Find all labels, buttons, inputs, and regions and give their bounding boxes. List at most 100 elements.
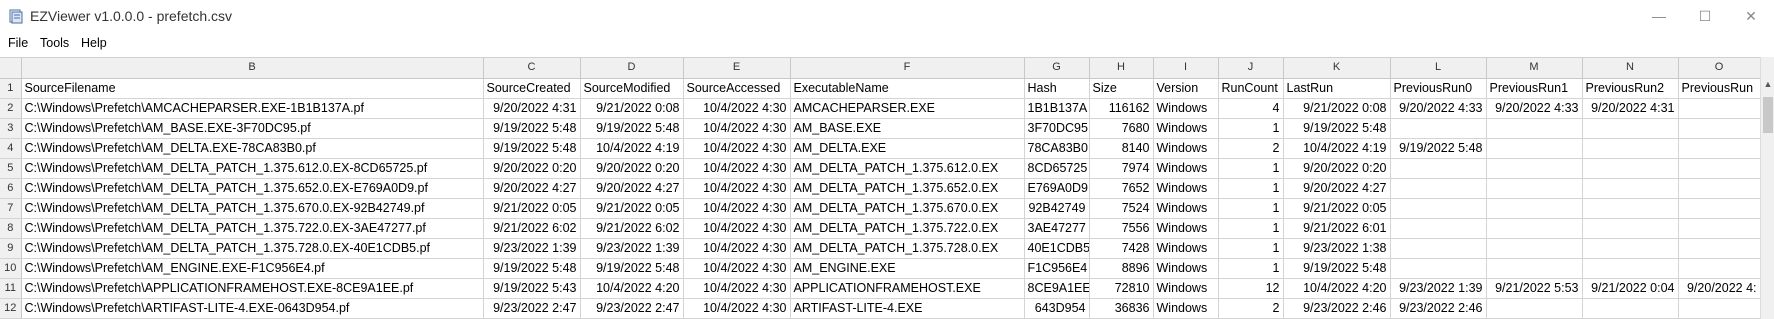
table-cell[interactable]: C:\Windows\Prefetch\AM_DELTA.EXE-78CA83B… bbox=[21, 138, 484, 159]
table-cell[interactable]: 10/4/2022 4:30 bbox=[683, 158, 791, 179]
table-cell[interactable]: 9/21/2022 5:53 bbox=[1486, 278, 1583, 299]
table-cell[interactable]: C:\Windows\Prefetch\AM_DELTA_PATCH_1.375… bbox=[21, 158, 484, 179]
table-cell[interactable]: C:\Windows\Prefetch\APPLICATIONFRAMEHOST… bbox=[21, 278, 484, 299]
table-cell[interactable]: 9/23/2022 2:46 bbox=[1390, 298, 1487, 319]
table-cell[interactable]: 40E1CDB5 bbox=[1024, 238, 1090, 259]
column-letter-i[interactable]: I bbox=[1153, 58, 1219, 79]
table-cell[interactable]: 10/4/2022 4:30 bbox=[683, 178, 791, 199]
table-cell[interactable]: 1B1B137A bbox=[1024, 98, 1090, 119]
table-cell[interactable]: 9/23/2022 1:38 bbox=[1283, 238, 1391, 259]
menu-help[interactable]: Help bbox=[81, 36, 107, 50]
column-header-cell[interactable]: PreviousRun2 bbox=[1582, 78, 1679, 99]
table-cell[interactable]: C:\Windows\Prefetch\AM_DELTA_PATCH_1.375… bbox=[21, 218, 484, 239]
maximize-button[interactable]: ☐ bbox=[1682, 0, 1728, 32]
table-row[interactable]: 8 C:\Windows\Prefetch\AM_DELTA_PATCH_1.37… bbox=[0, 218, 1761, 239]
table-cell[interactable] bbox=[1390, 198, 1487, 219]
table-cell[interactable] bbox=[1678, 118, 1761, 139]
column-letter-g[interactable]: G bbox=[1024, 58, 1090, 79]
row-number[interactable]: 5 bbox=[0, 158, 22, 179]
table-cell[interactable]: C:\Windows\Prefetch\AM_ENGINE.EXE-F1C956… bbox=[21, 258, 484, 279]
table-row[interactable]: 9 C:\Windows\Prefetch\AM_DELTA_PATCH_1.37… bbox=[0, 238, 1761, 259]
table-row[interactable]: 4 C:\Windows\Prefetch\AM_DELTA.EXE-78CA83… bbox=[0, 138, 1761, 159]
table-cell[interactable]: 1 bbox=[1218, 118, 1284, 139]
table-cell[interactable] bbox=[1678, 138, 1761, 159]
table-cell[interactable]: 9/20/2022 4:27 bbox=[483, 178, 581, 199]
table-cell[interactable]: 10/4/2022 4:19 bbox=[1283, 138, 1391, 159]
column-letter-c[interactable]: C bbox=[483, 58, 581, 79]
table-cell[interactable] bbox=[1390, 218, 1487, 239]
table-cell[interactable]: 78CA83B0 bbox=[1024, 138, 1090, 159]
table-cell[interactable]: 9/21/2022 0:08 bbox=[1283, 98, 1391, 119]
column-header-cell[interactable]: Version bbox=[1153, 78, 1219, 99]
table-cell[interactable] bbox=[1582, 218, 1679, 239]
table-cell[interactable]: 10/4/2022 4:19 bbox=[580, 138, 684, 159]
column-letter-f[interactable]: F bbox=[790, 58, 1025, 79]
table-cell[interactable]: 9/19/2022 5:48 bbox=[483, 138, 581, 159]
table-cell[interactable]: 10/4/2022 4:20 bbox=[580, 278, 684, 299]
table-cell[interactable] bbox=[1582, 238, 1679, 259]
table-cell[interactable] bbox=[1390, 178, 1487, 199]
table-cell[interactable] bbox=[1390, 258, 1487, 279]
column-header-cell[interactable]: PreviousRun0 bbox=[1390, 78, 1487, 99]
table-cell[interactable]: 9/23/2022 1:39 bbox=[580, 238, 684, 259]
table-cell[interactable]: 1 bbox=[1218, 178, 1284, 199]
table-cell[interactable]: 4 bbox=[1218, 98, 1284, 119]
table-cell[interactable]: 9/20/2022 0:20 bbox=[1283, 158, 1391, 179]
table-cell[interactable]: 10/4/2022 4:30 bbox=[683, 118, 791, 139]
row-number[interactable]: 12 bbox=[0, 298, 22, 319]
table-cell[interactable]: F1C956E4 bbox=[1024, 258, 1090, 279]
table-cell[interactable]: 9/23/2022 2:47 bbox=[483, 298, 581, 319]
column-letter-d[interactable]: D bbox=[580, 58, 684, 79]
table-cell[interactable]: 9/19/2022 5:48 bbox=[1283, 258, 1391, 279]
table-cell[interactable]: 7680 bbox=[1089, 118, 1154, 139]
table-cell[interactable]: 10/4/2022 4:30 bbox=[683, 98, 791, 119]
table-cell[interactable]: Windows bbox=[1153, 98, 1219, 119]
table-cell[interactable]: Windows bbox=[1153, 178, 1219, 199]
table-cell[interactable]: 9/20/2022 4: bbox=[1678, 278, 1761, 299]
column-letter-h[interactable]: H bbox=[1089, 58, 1154, 79]
table-cell[interactable]: Windows bbox=[1153, 258, 1219, 279]
table-cell[interactable]: AM_DELTA_PATCH_1.375.728.0.EX bbox=[790, 238, 1025, 259]
row-number[interactable]: 1 bbox=[0, 78, 22, 99]
table-cell[interactable]: 3F70DC95 bbox=[1024, 118, 1090, 139]
table-cell[interactable] bbox=[1678, 98, 1761, 119]
table-cell[interactable] bbox=[1390, 118, 1487, 139]
table-cell[interactable]: APPLICATIONFRAMEHOST.EXE bbox=[790, 278, 1025, 299]
table-cell[interactable]: AM_BASE.EXE bbox=[790, 118, 1025, 139]
column-letter-b[interactable]: B bbox=[21, 58, 484, 79]
table-cell[interactable]: 9/21/2022 0:05 bbox=[580, 198, 684, 219]
table-cell[interactable]: 72810 bbox=[1089, 278, 1154, 299]
table-cell[interactable]: 1 bbox=[1218, 238, 1284, 259]
table-cell[interactable] bbox=[1582, 158, 1679, 179]
table-cell[interactable]: ARTIFAST-LITE-4.EXE bbox=[790, 298, 1025, 319]
table-cell[interactable]: 9/21/2022 0:05 bbox=[483, 198, 581, 219]
table-row[interactable]: 10 C:\Windows\Prefetch\AM_ENGINE.EXE-F1C9… bbox=[0, 258, 1761, 279]
table-cell[interactable]: 9/20/2022 4:33 bbox=[1486, 98, 1583, 119]
table-cell[interactable]: 9/19/2022 5:48 bbox=[1390, 138, 1487, 159]
table-cell[interactable]: 9/23/2022 2:47 bbox=[580, 298, 684, 319]
table-cell[interactable] bbox=[1678, 218, 1761, 239]
table-cell[interactable]: 7652 bbox=[1089, 178, 1154, 199]
table-cell[interactable]: 10/4/2022 4:30 bbox=[683, 198, 791, 219]
table-cell[interactable] bbox=[1678, 178, 1761, 199]
table-row[interactable]: 5 C:\Windows\Prefetch\AM_DELTA_PATCH_1.37… bbox=[0, 158, 1761, 179]
table-cell[interactable]: AM_DELTA_PATCH_1.375.612.0.EX bbox=[790, 158, 1025, 179]
table-cell[interactable]: Windows bbox=[1153, 278, 1219, 299]
table-cell[interactable] bbox=[1486, 178, 1583, 199]
table-cell[interactable] bbox=[1582, 138, 1679, 159]
table-cell[interactable]: 10/4/2022 4:30 bbox=[683, 298, 791, 319]
table-cell[interactable]: 8140 bbox=[1089, 138, 1154, 159]
scroll-thumb[interactable] bbox=[1763, 97, 1773, 133]
column-letter-l[interactable]: L bbox=[1390, 58, 1487, 79]
column-letter-n[interactable]: N bbox=[1582, 58, 1679, 79]
table-cell[interactable] bbox=[1486, 238, 1583, 259]
table-cell[interactable]: C:\Windows\Prefetch\ARTIFAST-LITE-4.EXE-… bbox=[21, 298, 484, 319]
table-cell[interactable]: C:\Windows\Prefetch\AM_DELTA_PATCH_1.375… bbox=[21, 198, 484, 219]
table-cell[interactable]: 7428 bbox=[1089, 238, 1154, 259]
table-cell[interactable] bbox=[1582, 198, 1679, 219]
table-cell[interactable]: AM_ENGINE.EXE bbox=[790, 258, 1025, 279]
table-cell[interactable] bbox=[1486, 298, 1583, 319]
table-cell[interactable]: 10/4/2022 4:30 bbox=[683, 218, 791, 239]
table-cell[interactable]: Windows bbox=[1153, 198, 1219, 219]
table-cell[interactable]: 9/19/2022 5:48 bbox=[1283, 118, 1391, 139]
